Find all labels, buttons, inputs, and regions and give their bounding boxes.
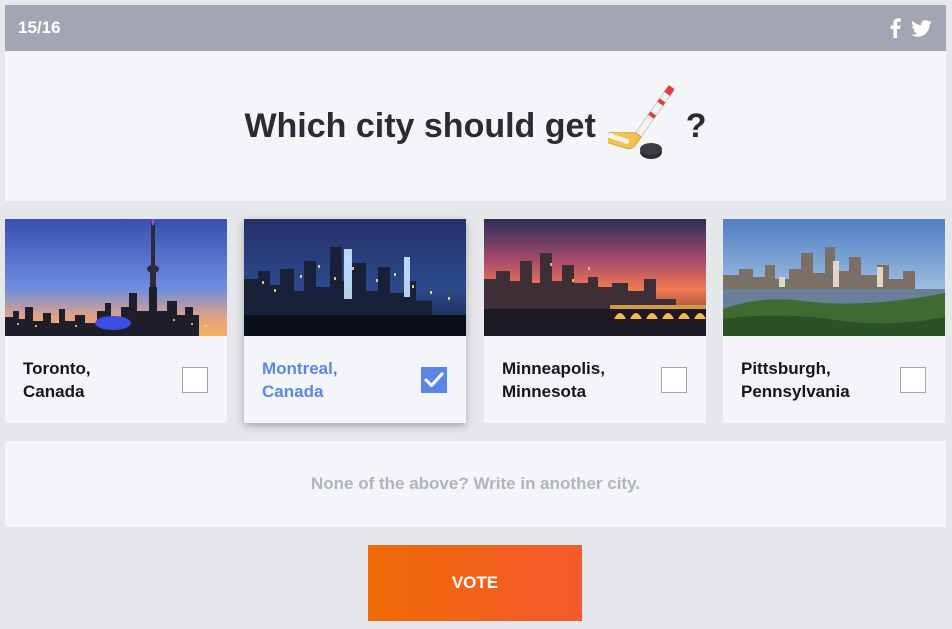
top-bar: 15/16 — [5, 5, 946, 51]
option-checkbox[interactable] — [661, 367, 687, 393]
pittsburgh-skyline-photo — [723, 219, 945, 336]
hockey-stick-puck-icon — [604, 82, 675, 171]
question-text: Which city should get — [244, 106, 596, 145]
city-options: Toronto, Canada Montreal, Canada Minneap… — [5, 219, 946, 423]
facebook-icon[interactable] — [890, 18, 901, 38]
question-mark: ? — [685, 106, 707, 145]
option-card-pittsburgh[interactable]: Pittsburgh, Pennsylvania — [723, 219, 945, 423]
question-heading: Which city should get ? — [244, 82, 707, 171]
option-label: Pittsburgh, Pennsylvania — [741, 359, 850, 401]
option-card-toronto[interactable]: Toronto, Canada — [5, 219, 227, 423]
option-checkbox[interactable] — [900, 367, 926, 393]
option-label: Toronto, Canada — [23, 359, 91, 401]
option-checkbox[interactable] — [421, 367, 447, 393]
share-buttons — [890, 18, 932, 38]
minneapolis-skyline-photo — [484, 219, 706, 336]
option-card-montreal[interactable]: Montreal, Canada — [244, 219, 466, 423]
question-panel: Which city should get ? — [5, 51, 946, 201]
vote-button[interactable]: VOTE — [368, 545, 582, 621]
option-card-minneapolis[interactable]: Minneapolis, Minnesota — [484, 219, 706, 423]
option-checkbox[interactable] — [182, 367, 208, 393]
option-label: Minneapolis, Minnesota — [502, 359, 605, 401]
toronto-skyline-photo — [5, 219, 227, 336]
option-label: Montreal, Canada — [262, 359, 338, 401]
question-counter: 15/16 — [18, 18, 61, 37]
checkmark-icon — [424, 372, 444, 387]
montreal-skyline-photo — [244, 219, 466, 336]
write-in-placeholder: None of the above? Write in another city… — [310, 474, 641, 493]
write-in-city-field[interactable]: None of the above? Write in another city… — [5, 441, 946, 527]
twitter-icon[interactable] — [911, 19, 932, 37]
